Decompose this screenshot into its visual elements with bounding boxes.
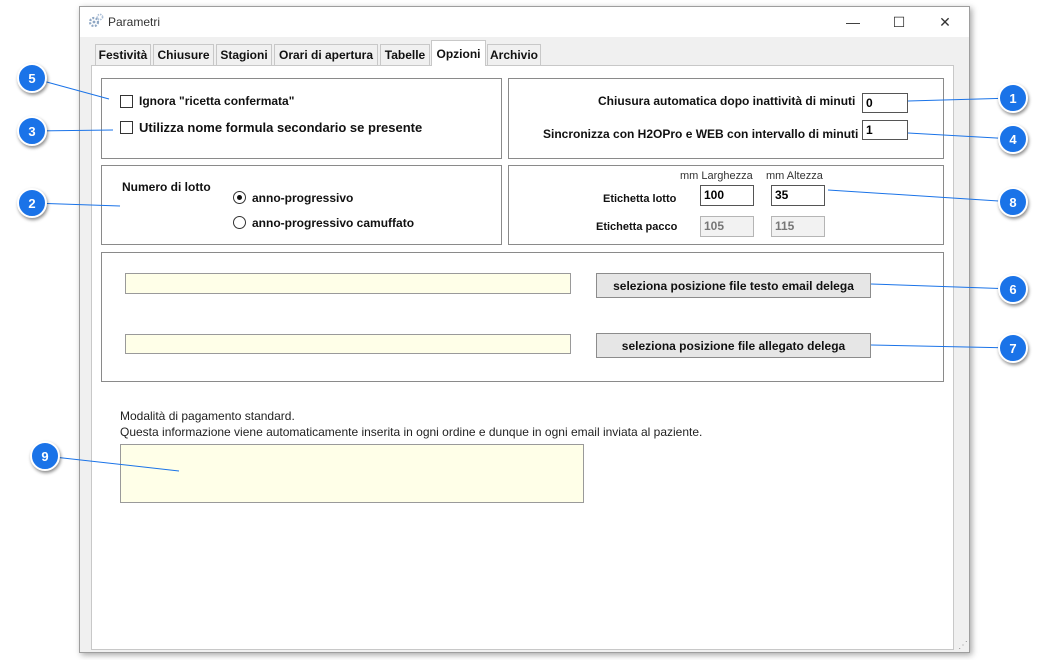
callout-4: 4 (998, 124, 1028, 154)
auto-close-label: Chiusura automatica dopo inattività di m… (598, 94, 856, 108)
tab-opzioni[interactable]: Opzioni (431, 40, 486, 66)
button-label: seleziona posizione file allegato delega (621, 338, 846, 353)
lot-label-caption: Etichetta lotto (603, 193, 677, 205)
callout-5: 5 (17, 63, 47, 93)
tab-label: Opzioni (436, 46, 481, 61)
tab-label: Archivio (489, 48, 538, 62)
payment-description: Questa informazione viene automaticament… (120, 425, 703, 439)
pack-label-caption: Etichetta pacco (596, 221, 678, 233)
minimize-icon: — (846, 14, 860, 30)
callout-number: 2 (28, 195, 36, 211)
callout-3: 3 (17, 116, 47, 146)
use-secondary-name-label: Utilizza nome formula secondario se pres… (139, 120, 423, 135)
tab-archivio[interactable]: Archivio (487, 44, 541, 65)
callout-number: 1 (1009, 90, 1017, 106)
lot-label-width-input[interactable]: 100 (700, 185, 754, 206)
pack-label-width-input: 105 (700, 216, 754, 237)
lot-number-group (101, 165, 502, 245)
maximize-button[interactable]: ☐ (876, 7, 922, 37)
lot-year-progressive-disguised-label: anno-progressivo camuffato (252, 216, 415, 230)
callout-number: 9 (41, 448, 49, 464)
auto-close-minutes-input[interactable]: 0 (862, 93, 908, 113)
options-group (101, 78, 502, 159)
button-label: seleziona posizione file testo email del… (613, 278, 854, 293)
callout-2: 2 (17, 188, 47, 218)
ignore-confirmed-recipe-checkbox[interactable] (120, 95, 133, 108)
lot-year-progressive-disguised-radio[interactable] (233, 216, 246, 229)
email-text-file-path-field[interactable] (125, 273, 571, 294)
callout-number: 8 (1009, 194, 1017, 210)
delegation-files-group (101, 252, 944, 382)
select-attachment-file-button[interactable]: seleziona posizione file allegato delega (596, 333, 871, 358)
callout-9: 9 (30, 441, 60, 471)
tab-chiusure[interactable]: Chiusure (153, 44, 214, 65)
tab-label: Tabelle (384, 48, 426, 62)
callout-number: 7 (1009, 340, 1017, 356)
callout-8: 8 (998, 187, 1028, 217)
callout-number: 3 (28, 123, 36, 139)
callout-7: 7 (998, 333, 1028, 363)
sync-interval-input[interactable]: 1 (862, 120, 908, 140)
pack-label-height-input: 115 (771, 216, 825, 237)
callout-number: 5 (28, 70, 36, 86)
timers-group (508, 78, 944, 159)
minimize-button[interactable]: — (830, 7, 876, 37)
height-header: mm Altezza (766, 170, 823, 182)
ignore-confirmed-recipe-label: Ignora "ricetta confermata" (139, 94, 295, 108)
sync-interval-label: Sincronizza con H2OPro e WEB con interva… (543, 127, 859, 141)
tab-label: Chiusure (157, 48, 210, 62)
tab-tabelle[interactable]: Tabelle (380, 44, 430, 65)
gear-icon (88, 13, 104, 28)
maximize-icon: ☐ (892, 13, 906, 30)
tab-label: Stagioni (220, 48, 268, 62)
payment-title: Modalità di pagamento standard. (120, 409, 295, 423)
tab-orari-di-apertura[interactable]: Orari di apertura (274, 44, 378, 65)
lot-number-label: Numero di lotto (122, 180, 211, 194)
callout-6: 6 (998, 274, 1028, 304)
callout-number: 4 (1009, 131, 1017, 147)
callout-1: 1 (998, 83, 1028, 113)
select-email-text-file-button[interactable]: seleziona posizione file testo email del… (596, 273, 871, 298)
close-icon: ✕ (939, 13, 951, 30)
lot-label-height-input[interactable]: 35 (771, 185, 825, 206)
tab-festivita[interactable]: Festività (95, 44, 151, 65)
resize-grip-icon[interactable]: ⋰ (958, 640, 968, 651)
window-title: Parametri (108, 15, 161, 29)
payment-mode-textarea[interactable] (120, 444, 584, 503)
width-header: mm Larghezza (680, 170, 753, 182)
attachment-file-path-field[interactable] (125, 334, 571, 354)
lot-year-progressive-radio[interactable] (233, 191, 246, 204)
tab-stagioni[interactable]: Stagioni (216, 44, 272, 65)
lot-year-progressive-label: anno-progressivo (252, 191, 354, 205)
tab-label: Festività (98, 48, 148, 62)
title-bar[interactable]: Parametri — ☐ ✕ (80, 7, 969, 37)
callout-number: 6 (1009, 281, 1017, 297)
use-secondary-name-checkbox[interactable] (120, 121, 133, 134)
close-button[interactable]: ✕ (922, 7, 968, 37)
tab-label: Orari di apertura (278, 48, 374, 62)
